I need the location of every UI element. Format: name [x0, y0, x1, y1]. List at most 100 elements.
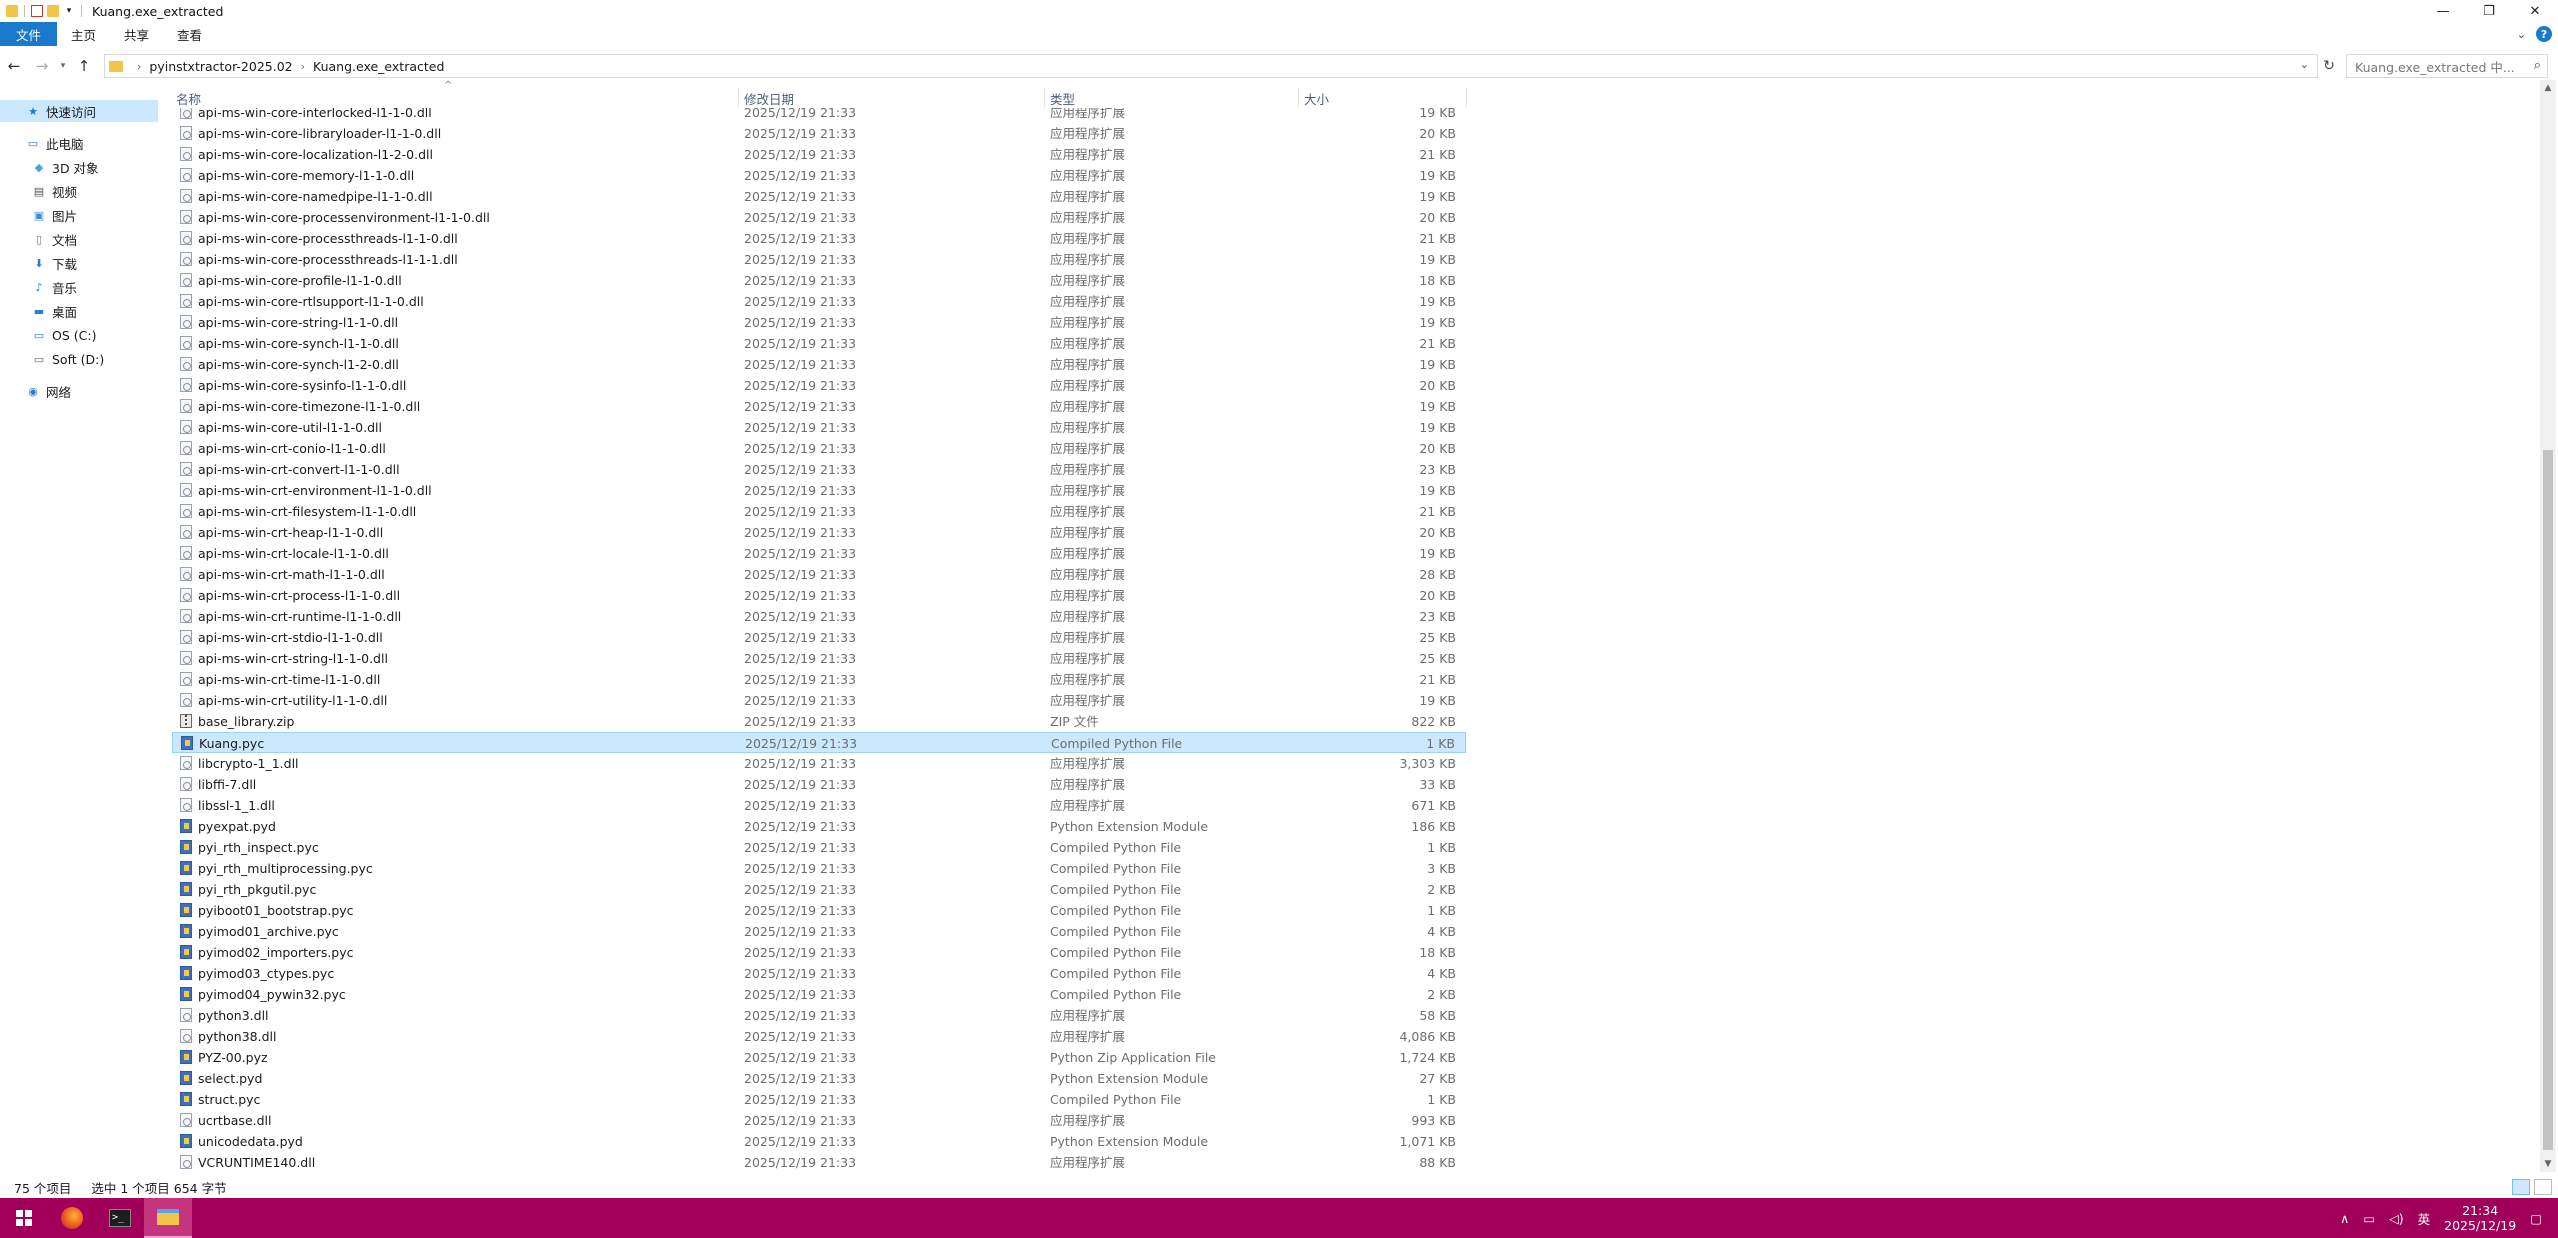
recent-locations-icon[interactable]: ▾: [56, 52, 70, 80]
file-row[interactable]: pyimod03_ctypes.pyc 2025/12/19 21:33 Compi…: [172, 963, 1466, 984]
new-folder-icon[interactable]: [47, 5, 59, 17]
file-row[interactable]: PYZ-00.pyz 2025/12/19 21:33 Python Zip App…: [172, 1047, 1466, 1068]
breadcrumb-item[interactable]: Kuang.exe_extracted: [313, 59, 444, 74]
minimize-button[interactable]: —: [2420, 0, 2466, 22]
file-row[interactable]: api-ms-win-core-string-l1-1-0.dll 2025/12…: [172, 312, 1466, 333]
close-button[interactable]: ✕: [2512, 0, 2558, 22]
start-button[interactable]: [0, 1198, 48, 1238]
file-row[interactable]: pyi_rth_pkgutil.pyc 2025/12/19 21:33 Compi…: [172, 879, 1466, 900]
nav-quick-access[interactable]: ★ 快速访问: [0, 100, 158, 122]
scroll-down-icon[interactable]: ▼: [2540, 1156, 2556, 1172]
breadcrumb-separator-icon[interactable]: ›: [301, 60, 305, 73]
file-row[interactable]: api-ms-win-crt-filesystem-l1-1-0.dll 2025…: [172, 501, 1466, 522]
column-type[interactable]: 类型: [1046, 86, 1296, 110]
tab-share[interactable]: 共享: [110, 22, 163, 46]
nav-documents[interactable]: ▯ 文档: [0, 228, 158, 250]
network-status-icon[interactable]: ▭: [2363, 1211, 2375, 1226]
file-row[interactable]: api-ms-win-core-synch-l1-1-0.dll 2025/12/…: [172, 333, 1466, 354]
file-row[interactable]: api-ms-win-crt-runtime-l1-1-0.dll 2025/12…: [172, 606, 1466, 627]
column-divider[interactable]: [738, 88, 739, 108]
file-row[interactable]: api-ms-win-crt-convert-l1-1-0.dll 2025/12…: [172, 459, 1466, 480]
file-row[interactable]: api-ms-win-crt-heap-l1-1-0.dll 2025/12/19…: [172, 522, 1466, 543]
file-row[interactable]: api-ms-win-crt-string-l1-1-0.dll 2025/12/…: [172, 648, 1466, 669]
up-button[interactable]: ↑: [70, 52, 98, 80]
details-view-button[interactable]: [2512, 1179, 2530, 1195]
tab-file[interactable]: 文件: [0, 22, 58, 46]
tray-overflow-icon[interactable]: ∧: [2340, 1211, 2349, 1226]
nav-videos[interactable]: ▤ 视频: [0, 180, 158, 202]
file-row[interactable]: struct.pyc 2025/12/19 21:33 Compiled Pytho…: [172, 1089, 1466, 1110]
file-row[interactable]: api-ms-win-core-util-l1-1-0.dll 2025/12/1…: [172, 417, 1466, 438]
address-dropdown-icon[interactable]: ⌄: [2300, 58, 2309, 71]
refresh-button[interactable]: ↻: [2316, 54, 2342, 78]
nav-music[interactable]: ♪ 音乐: [0, 276, 158, 298]
nav-drive-c[interactable]: ▭ OS (C:): [0, 324, 158, 346]
notification-icon[interactable]: ▢: [2530, 1211, 2542, 1226]
file-row[interactable]: api-ms-win-core-timezone-l1-1-0.dll 2025/…: [172, 396, 1466, 417]
file-row[interactable]: api-ms-win-crt-process-l1-1-0.dll 2025/12…: [172, 585, 1466, 606]
search-input[interactable]: Kuang.exe_extracted 中... ⌕: [2346, 54, 2548, 78]
file-row[interactable]: api-ms-win-crt-locale-l1-1-0.dll 2025/12/…: [172, 543, 1466, 564]
file-row[interactable]: api-ms-win-crt-utility-l1-1-0.dll 2025/12…: [172, 690, 1466, 711]
nav-3d-objects[interactable]: ◆ 3D 对象: [0, 156, 158, 178]
properties-icon[interactable]: [31, 5, 43, 17]
tab-view[interactable]: 查看: [163, 22, 216, 46]
file-row[interactable]: api-ms-win-core-libraryloader-l1-1-0.dll…: [172, 123, 1466, 144]
breadcrumb-separator-icon[interactable]: ›: [137, 60, 141, 73]
file-row[interactable]: pyimod04_pywin32.pyc 2025/12/19 21:33 Comp…: [172, 984, 1466, 1005]
nav-pictures[interactable]: ▣ 图片: [0, 204, 158, 226]
column-date[interactable]: 修改日期: [740, 86, 1040, 110]
maximize-button[interactable]: ❐: [2466, 0, 2512, 22]
clock[interactable]: 21:34 2025/12/19: [2444, 1203, 2516, 1233]
back-button[interactable]: ←: [0, 52, 28, 80]
column-name[interactable]: 名称: [172, 86, 732, 110]
file-row[interactable]: VCRUNTIME140.dll 2025/12/19 21:33 应用程序扩展 88…: [172, 1152, 1466, 1172]
file-row[interactable]: api-ms-win-core-sysinfo-l1-1-0.dll 2025/1…: [172, 375, 1466, 396]
taskbar-terminal[interactable]: >_: [96, 1198, 144, 1238]
file-row[interactable]: api-ms-win-crt-math-l1-1-0.dll 2025/12/19…: [172, 564, 1466, 585]
taskbar-file-explorer[interactable]: [144, 1198, 192, 1238]
nav-this-pc[interactable]: ▭ 此电脑: [0, 132, 158, 154]
file-row[interactable]: python38.dll 2025/12/19 21:33 应用程序扩展 4,086 …: [172, 1026, 1466, 1047]
column-size[interactable]: 大小: [1300, 86, 1460, 110]
file-row[interactable]: python3.dll 2025/12/19 21:33 应用程序扩展 58 KB: [172, 1005, 1466, 1026]
file-row[interactable]: api-ms-win-core-synch-l1-2-0.dll 2025/12/…: [172, 354, 1466, 375]
file-row[interactable]: api-ms-win-core-localization-l1-2-0.dll 2…: [172, 144, 1466, 165]
file-row[interactable]: pyimod01_archive.pyc 2025/12/19 21:33 Comp…: [172, 921, 1466, 942]
file-row[interactable]: api-ms-win-core-memory-l1-1-0.dll 2025/12…: [172, 165, 1466, 186]
file-row[interactable]: api-ms-win-crt-conio-l1-1-0.dll 2025/12/1…: [172, 438, 1466, 459]
file-row[interactable]: api-ms-win-core-rtlsupport-l1-1-0.dll 202…: [172, 291, 1466, 312]
volume-icon[interactable]: ◁): [2389, 1211, 2404, 1226]
column-divider[interactable]: [1466, 88, 1467, 108]
file-row[interactable]: libcrypto-1_1.dll 2025/12/19 21:33 应用程序扩展 3…: [172, 753, 1466, 774]
vertical-scrollbar[interactable]: ▲ ▼: [2540, 80, 2556, 1172]
file-row[interactable]: api-ms-win-core-processthreads-l1-1-1.dl…: [172, 249, 1466, 270]
file-row[interactable]: pyexpat.pyd 2025/12/19 21:33 Python Extens…: [172, 816, 1466, 837]
expand-ribbon-icon[interactable]: ⌄: [2517, 28, 2526, 41]
customize-toolbar-icon[interactable]: ▾: [63, 5, 75, 17]
file-row[interactable]: pyiboot01_bootstrap.pyc 2025/12/19 21:33 C…: [172, 900, 1466, 921]
breadcrumb-item[interactable]: pyinstxtractor-2025.02: [149, 59, 292, 74]
taskbar-firefox[interactable]: [48, 1198, 96, 1238]
nav-drive-d[interactable]: ▭ Soft (D:): [0, 348, 158, 370]
ime-indicator[interactable]: 英: [2418, 1209, 2431, 1228]
tab-home[interactable]: 主页: [57, 22, 110, 46]
file-row[interactable]: api-ms-win-core-profile-l1-1-0.dll 2025/1…: [172, 270, 1466, 291]
file-row[interactable]: api-ms-win-core-processthreads-l1-1-0.dl…: [172, 228, 1466, 249]
file-row[interactable]: base_library.zip 2025/12/19 21:33 ZIP 文件 82…: [172, 711, 1466, 732]
column-divider[interactable]: [1044, 88, 1045, 108]
scrollbar-thumb[interactable]: [2543, 450, 2553, 1150]
file-row[interactable]: pyi_rth_multiprocessing.pyc 2025/12/19 21…: [172, 858, 1466, 879]
file-row[interactable]: ucrtbase.dll 2025/12/19 21:33 应用程序扩展 993 KB: [172, 1110, 1466, 1131]
nav-network[interactable]: ◉ 网络: [0, 380, 158, 402]
address-bar[interactable]: › pyinstxtractor-2025.02 › Kuang.exe_ext…: [104, 54, 2318, 78]
large-icons-view-button[interactable]: [2534, 1179, 2552, 1195]
scroll-up-icon[interactable]: ▲: [2540, 80, 2556, 96]
file-row[interactable]: api-ms-win-crt-time-l1-1-0.dll 2025/12/19…: [172, 669, 1466, 690]
file-row[interactable]: api-ms-win-core-processenvironment-l1-1-…: [172, 207, 1466, 228]
file-row[interactable]: pyi_rth_inspect.pyc 2025/12/19 21:33 Compi…: [172, 837, 1466, 858]
nav-downloads[interactable]: ⬇ 下载: [0, 252, 158, 274]
nav-desktop[interactable]: ▬ 桌面: [0, 300, 158, 322]
file-row[interactable]: api-ms-win-core-interlocked-l1-1-0.dll 20…: [172, 108, 1466, 123]
help-icon[interactable]: ?: [2536, 26, 2552, 42]
